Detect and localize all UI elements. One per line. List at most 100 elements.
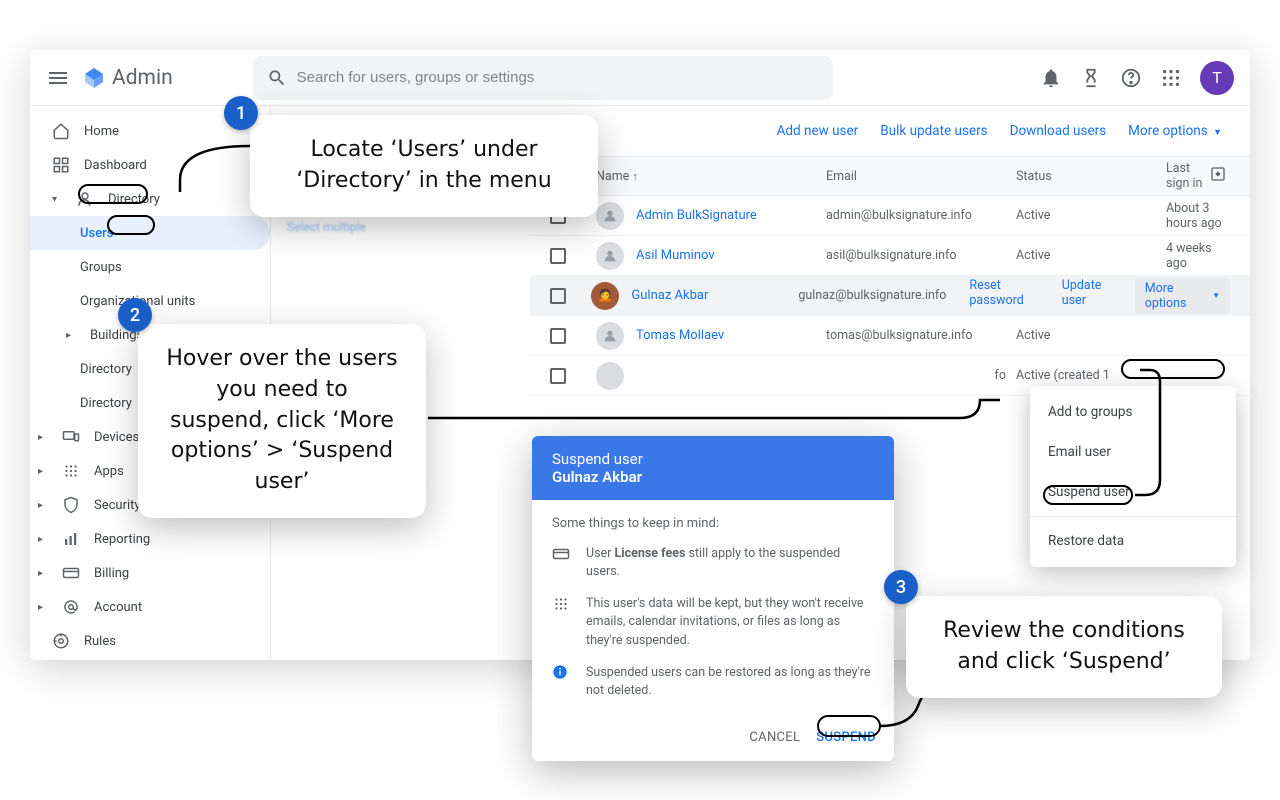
user-row[interactable]: Tomas Mollaev tomas@bulksignature.info A… <box>530 316 1250 356</box>
nav-reporting[interactable]: ▸Reporting <box>30 522 270 556</box>
search-input[interactable] <box>297 69 819 86</box>
card-icon <box>552 545 572 581</box>
user-name-link[interactable]: Gulnaz Akbar <box>631 288 708 303</box>
nav-account[interactable]: ▸Account <box>30 590 270 624</box>
user-status: Active <box>1016 328 1166 343</box>
avatar-icon: 🙍 <box>591 282 619 310</box>
download-users[interactable]: Download users <box>1010 123 1107 139</box>
user-email: asil@bulksignature.info <box>826 248 1016 263</box>
users-table-header: Name ↑ Email Status Last sign in <box>530 156 1250 196</box>
users-table-body: Admin BulkSignature admin@bulksignature.… <box>530 196 1250 396</box>
user-row[interactable]: Asil Muminov asil@bulksignature.info Act… <box>530 236 1250 276</box>
person-icon <box>76 190 94 208</box>
shield-icon <box>62 496 80 514</box>
dialog-intro: Some things to keep in mind: <box>552 516 874 531</box>
user-name-link[interactable]: Asil Muminov <box>636 248 715 263</box>
rules-icon <box>52 632 70 650</box>
user-email: tomas@bulksignature.info <box>826 328 1016 343</box>
row-checkbox[interactable] <box>550 248 566 264</box>
user-row-hovered[interactable]: 🙍Gulnaz Akbar gulnaz@bulksignature.info … <box>530 276 1250 316</box>
update-user-link[interactable]: Update user <box>1062 278 1121 314</box>
col-name[interactable]: Name ↑ <box>596 169 826 184</box>
row-context-menu: Add to groups Email user Suspend user Re… <box>1030 386 1236 567</box>
user-email: admin@bulksignature.info <box>826 208 1016 223</box>
info-icon <box>552 664 572 700</box>
callout-1: Locate ‘Users’ under ‘Directory’ in the … <box>250 115 598 217</box>
step-badge-3: 3 <box>884 570 918 604</box>
avatar-icon <box>596 362 624 390</box>
nav-storage[interactable]: Storage <box>30 658 270 660</box>
user-name-link[interactable]: Admin BulkSignature <box>636 208 757 223</box>
product-name: Admin <box>112 66 173 90</box>
dialog-line2: This user's data will be kept, but they … <box>586 595 874 649</box>
home-icon <box>52 122 70 140</box>
callout-3: Review the conditions and click ‘Suspend… <box>906 596 1222 698</box>
row-checkbox[interactable] <box>550 368 566 384</box>
col-signin[interactable]: Last sign in <box>1166 161 1210 191</box>
user-signin: About 3 hours ago <box>1166 201 1230 231</box>
avatar-icon <box>596 242 624 270</box>
step-badge-1: 1 <box>224 96 258 130</box>
user-status: Active <box>1016 248 1166 263</box>
suspend-button[interactable]: SUSPEND <box>816 730 876 745</box>
suspend-user-dialog: Suspend user Gulnaz Akbar Some things to… <box>532 436 894 761</box>
nav-billing[interactable]: ▸Billing <box>30 556 270 590</box>
avatar-icon <box>596 322 624 350</box>
at-icon <box>62 598 80 616</box>
apps-icon <box>62 462 80 480</box>
col-email[interactable]: Email <box>826 169 1016 184</box>
row-checkbox[interactable] <box>550 328 566 344</box>
reporting-icon <box>62 530 80 548</box>
menu-add-to-groups[interactable]: Add to groups <box>1030 392 1236 432</box>
menu-suspend-user[interactable]: Suspend user <box>1030 472 1236 512</box>
row-more-options[interactable]: More options ▼ <box>1135 278 1230 314</box>
hamburger-icon[interactable] <box>46 66 70 90</box>
menu-email-user[interactable]: Email user <box>1030 432 1236 472</box>
nav-dashboard[interactable]: Dashboard <box>30 148 270 182</box>
bell-icon[interactable] <box>1040 67 1062 89</box>
row-checkbox[interactable] <box>550 288 566 304</box>
user-name-link[interactable]: Tomas Mollaev <box>636 328 724 343</box>
grid-icon <box>552 595 572 649</box>
dialog-username: Gulnaz Akbar <box>552 468 874 486</box>
bulk-update-users[interactable]: Bulk update users <box>880 123 987 139</box>
col-status[interactable]: Status <box>1016 169 1166 184</box>
menu-restore-data[interactable]: Restore data <box>1030 521 1236 561</box>
billing-icon <box>62 564 80 582</box>
help-icon[interactable] <box>1120 67 1142 89</box>
nav-directory[interactable]: ▾Directory <box>30 182 270 216</box>
account-avatar[interactable]: T <box>1200 61 1234 95</box>
search-bar[interactable] <box>253 56 833 100</box>
reset-password-link[interactable]: Reset password <box>969 278 1047 314</box>
chevron-down-icon: ▼ <box>1212 291 1220 300</box>
chevron-down-icon: ▼ <box>1213 128 1222 138</box>
dialog-line1: User License fees still apply to the sus… <box>586 545 874 581</box>
dialog-header: Suspend user Gulnaz Akbar <box>532 436 894 500</box>
apps-grid-icon[interactable] <box>1160 67 1182 89</box>
dialog-title: Suspend user <box>552 450 874 468</box>
nav-groups[interactable]: Groups <box>30 250 270 284</box>
dashboard-icon <box>52 156 70 174</box>
step-badge-2: 2 <box>118 298 152 332</box>
hourglass-icon[interactable] <box>1080 67 1102 89</box>
devices-icon <box>62 428 80 446</box>
user-status: Active (created 1 <box>1016 368 1166 383</box>
more-options-top[interactable]: More options ▼ <box>1128 123 1222 139</box>
user-actions-bar: Add new user Bulk update users Download … <box>530 106 1250 156</box>
dialog-line3: Suspended users can be restored as long … <box>586 664 874 700</box>
topbar: Admin T <box>30 50 1250 106</box>
product-logo: Admin <box>82 66 173 90</box>
user-status: Active <box>1016 208 1166 223</box>
nav-users[interactable]: Users <box>30 216 270 250</box>
add-new-user[interactable]: Add new user <box>777 123 859 139</box>
user-email: gulnaz@bulksignature.info <box>798 288 969 303</box>
cancel-button[interactable]: CANCEL <box>749 730 800 745</box>
avatar-icon <box>596 202 624 230</box>
user-email: fo <box>826 368 1016 383</box>
settings-gear-icon[interactable] <box>1210 166 1230 186</box>
nav-rules[interactable]: Rules <box>30 624 270 658</box>
user-row[interactable]: Admin BulkSignature admin@bulksignature.… <box>530 196 1250 236</box>
search-icon <box>267 68 287 88</box>
callout-2: Hover over the users you need to suspend… <box>138 324 426 518</box>
user-signin: 4 weeks ago <box>1166 241 1230 271</box>
